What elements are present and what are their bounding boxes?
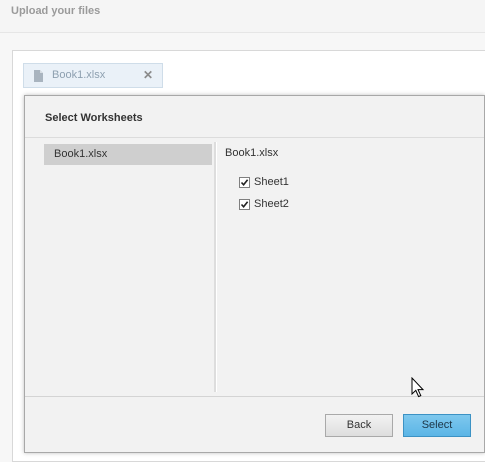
checkbox[interactable] xyxy=(239,177,250,188)
close-icon[interactable]: ✕ xyxy=(143,68,153,82)
page-title: Upload your files xyxy=(11,5,101,17)
checkbox[interactable] xyxy=(239,199,250,210)
checkmark-icon xyxy=(240,201,249,209)
page-header: Upload your files xyxy=(0,0,485,33)
select-worksheets-dialog: Select Worksheets Book1.xlsx Book1.xlsx … xyxy=(24,95,485,453)
workbook-list-item[interactable]: Book1.xlsx xyxy=(44,144,212,165)
workbook-item-label: Book1.xlsx xyxy=(54,148,108,160)
sheet-label: Sheet2 xyxy=(254,198,289,210)
sheet-list: Book1.xlsx Sheet1 Sheet2 xyxy=(218,142,484,392)
divider xyxy=(25,137,484,138)
workbook-list: Book1.xlsx xyxy=(26,142,214,392)
pane-divider xyxy=(214,142,217,392)
uploaded-file-name: Book1.xlsx xyxy=(52,69,106,81)
checkmark-icon xyxy=(240,179,249,187)
selected-workbook-title: Book1.xlsx xyxy=(225,147,279,159)
dialog-title: Select Worksheets xyxy=(45,112,143,124)
mouse-cursor-icon xyxy=(411,377,425,398)
sheet-label: Sheet1 xyxy=(254,176,289,188)
select-button[interactable]: Select xyxy=(403,414,471,437)
document-icon xyxy=(34,70,43,82)
uploaded-file-chip[interactable]: Book1.xlsx ✕ xyxy=(23,63,163,88)
back-button[interactable]: Back xyxy=(325,414,393,437)
